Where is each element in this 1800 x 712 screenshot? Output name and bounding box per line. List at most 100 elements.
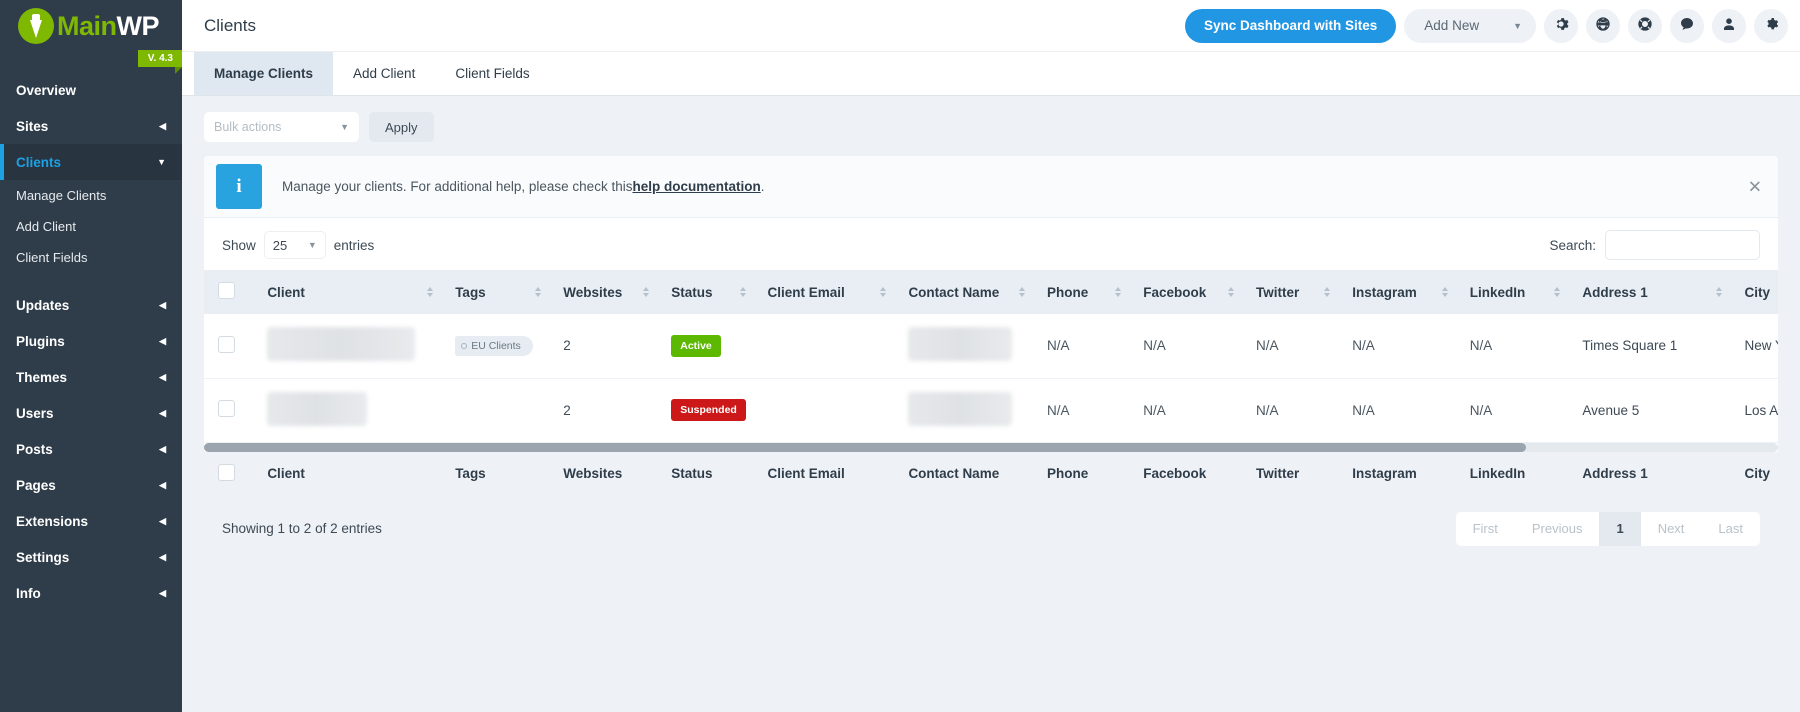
- apply-button[interactable]: Apply: [369, 112, 434, 142]
- column-header-status[interactable]: Status: [657, 270, 753, 314]
- column-header-client[interactable]: Client: [253, 270, 441, 314]
- column-header-websites[interactable]: Websites: [549, 270, 657, 314]
- column-header-twitter[interactable]: Twitter: [1242, 270, 1338, 314]
- sidebar-item-settings[interactable]: Settings ◀: [0, 539, 182, 575]
- footer-column-linkedin[interactable]: LinkedIn: [1456, 452, 1569, 496]
- add-new-button[interactable]: Add New ▼: [1404, 9, 1536, 43]
- column-header-client-email[interactable]: Client Email: [754, 270, 895, 314]
- footer-column-phone[interactable]: Phone: [1033, 452, 1129, 496]
- cell-linkedin: N/A: [1456, 314, 1569, 378]
- sidebar-subitem-add-client[interactable]: Add Client: [0, 211, 182, 242]
- lifebuoy-icon-button[interactable]: [1628, 9, 1662, 43]
- cell-status: Active: [657, 314, 753, 378]
- column-label: Status: [671, 285, 712, 300]
- select-all-checkbox[interactable]: [218, 282, 235, 299]
- entries-per-page-select[interactable]: 25 ▼: [264, 231, 326, 259]
- sidebar-item-label: Sites: [16, 119, 48, 134]
- horizontal-scrollbar-thumb[interactable]: [204, 443, 1526, 452]
- select-all-checkbox-footer[interactable]: [218, 464, 235, 481]
- sync-dashboard-button[interactable]: Sync Dashboard with Sites: [1185, 9, 1396, 43]
- status-badge: Suspended: [671, 399, 746, 421]
- globe-icon-button[interactable]: [1586, 9, 1620, 43]
- sidebar-subitem-manage-clients[interactable]: Manage Clients: [0, 180, 182, 211]
- sidebar-item-extensions[interactable]: Extensions ◀: [0, 503, 182, 539]
- sidebar-item-info[interactable]: Info ◀: [0, 575, 182, 611]
- column-label: Address 1: [1582, 285, 1647, 300]
- footer-column-websites[interactable]: Websites: [549, 452, 657, 496]
- tab-client-fields[interactable]: Client Fields: [435, 52, 549, 95]
- pager-next[interactable]: Next: [1641, 512, 1702, 546]
- table-row[interactable]: 2 Suspended N/A N/A N/A N/A N/A Avenue 5: [204, 378, 1778, 442]
- pager-previous[interactable]: Previous: [1515, 512, 1600, 546]
- footer-column-contact-name[interactable]: Contact Name: [894, 452, 1033, 496]
- row-checkbox[interactable]: [218, 336, 235, 353]
- sidebar-item-sites[interactable]: Sites ◀: [0, 108, 182, 144]
- contact-name-redacted: [908, 327, 1012, 361]
- column-header-phone[interactable]: Phone: [1033, 270, 1129, 314]
- cell-client-email: [754, 314, 895, 378]
- sidebar-item-label: Overview: [16, 83, 76, 98]
- sidebar-item-label: Updates: [16, 298, 69, 313]
- column-header-facebook[interactable]: Facebook: [1129, 270, 1242, 314]
- bulk-actions-select[interactable]: Bulk actions ▼: [204, 112, 359, 142]
- pagination-bar: Showing 1 to 2 of 2 entries First Previo…: [204, 496, 1778, 562]
- footer-column-city[interactable]: City: [1730, 452, 1778, 496]
- chat-bubble-icon-button[interactable]: [1670, 9, 1704, 43]
- tag-chip[interactable]: EU Clients: [455, 336, 533, 356]
- horizontal-scrollbar[interactable]: [204, 443, 1778, 452]
- sort-icon: [1716, 287, 1722, 297]
- column-header-contact-name[interactable]: Contact Name: [894, 270, 1033, 314]
- footer-column-status[interactable]: Status: [657, 452, 753, 496]
- row-checkbox[interactable]: [218, 400, 235, 417]
- chevron-left-icon: ◀: [159, 480, 166, 491]
- user-icon-button[interactable]: [1712, 9, 1746, 43]
- sort-icon: [740, 287, 746, 297]
- sidebar-item-posts[interactable]: Posts ◀: [0, 431, 182, 467]
- cell-address1: Times Square 1: [1568, 314, 1730, 378]
- tab-add-client[interactable]: Add Client: [333, 52, 435, 95]
- mainwp-tie-icon: [18, 8, 54, 44]
- cell-websites: 2: [549, 314, 657, 378]
- pager-last[interactable]: Last: [1701, 512, 1760, 546]
- chat-bubble-icon: [1679, 16, 1695, 35]
- sidebar-item-updates[interactable]: Updates ◀: [0, 287, 182, 323]
- gear-icon-button[interactable]: [1544, 9, 1578, 43]
- pager-page-1[interactable]: 1: [1599, 512, 1640, 546]
- info-icon: i: [216, 164, 262, 209]
- cell-twitter: N/A: [1242, 314, 1338, 378]
- footer-column-client[interactable]: Client: [253, 452, 441, 496]
- topbar: Clients Sync Dashboard with Sites Add Ne…: [182, 0, 1800, 52]
- logo[interactable]: MainWP: [0, 0, 182, 52]
- column-header-instagram[interactable]: Instagram: [1338, 270, 1455, 314]
- help-documentation-link[interactable]: help documentation: [632, 179, 760, 194]
- footer-column-tags[interactable]: Tags: [441, 452, 549, 496]
- cell-facebook: N/A: [1129, 378, 1242, 442]
- sort-icon: [1115, 287, 1121, 297]
- sidebar-item-themes[interactable]: Themes ◀: [0, 359, 182, 395]
- sidebar-item-clients[interactable]: Clients ▼: [0, 144, 182, 180]
- content-area: Bulk actions ▼ Apply i Manage your clien…: [182, 96, 1800, 712]
- table-row[interactable]: EU Clients 2 Active N/A N/A N/A N/A N/A: [204, 314, 1778, 378]
- footer-column-address1[interactable]: Address 1: [1568, 452, 1730, 496]
- footer-column-instagram[interactable]: Instagram: [1338, 452, 1455, 496]
- sidebar-item-overview[interactable]: Overview: [0, 72, 182, 108]
- tab-manage-clients[interactable]: Manage Clients: [194, 52, 333, 95]
- column-header-address1[interactable]: Address 1: [1568, 270, 1730, 314]
- footer-column-client-email[interactable]: Client Email: [754, 452, 895, 496]
- search-input[interactable]: [1605, 230, 1760, 260]
- column-header-tags[interactable]: Tags: [441, 270, 549, 314]
- settings-cog-icon-button[interactable]: [1754, 9, 1788, 43]
- sidebar-item-pages[interactable]: Pages ◀: [0, 467, 182, 503]
- client-name-redacted: [267, 327, 415, 361]
- footer-column-facebook[interactable]: Facebook: [1129, 452, 1242, 496]
- pager-first[interactable]: First: [1456, 512, 1515, 546]
- cell-tags: [441, 378, 549, 442]
- sidebar-item-users[interactable]: Users ◀: [0, 395, 182, 431]
- close-icon[interactable]: ✕: [1748, 178, 1762, 195]
- column-header-city[interactable]: City: [1730, 270, 1778, 314]
- footer-column-twitter[interactable]: Twitter: [1242, 452, 1338, 496]
- column-header-linkedin[interactable]: LinkedIn: [1456, 270, 1569, 314]
- entries-label: entries: [334, 238, 375, 253]
- sidebar-subitem-client-fields[interactable]: Client Fields: [0, 242, 182, 273]
- sidebar-item-plugins[interactable]: Plugins ◀: [0, 323, 182, 359]
